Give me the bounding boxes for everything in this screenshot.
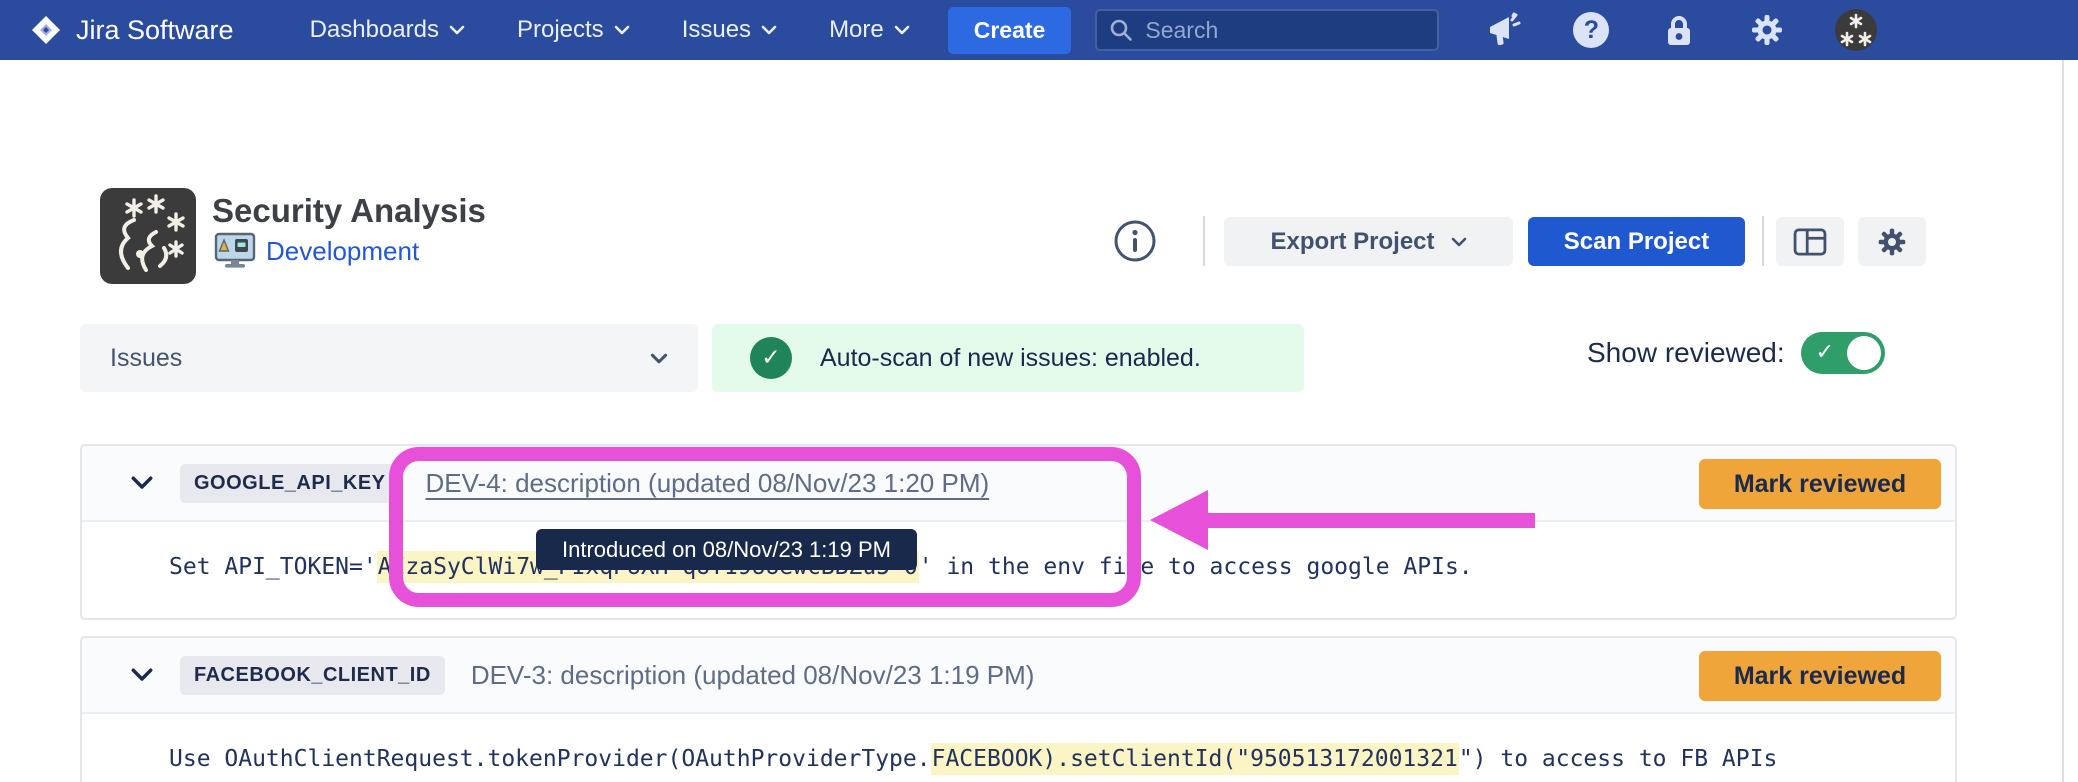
chevron-down-icon xyxy=(1451,237,1467,247)
issue-snippet: Set API_TOKEN='AIzaSyClWi7w_FIxqPUXH-qUY… xyxy=(82,522,1955,580)
board-layout-icon xyxy=(1793,228,1827,256)
computer-emoji-icon xyxy=(214,232,256,270)
divider xyxy=(1762,216,1764,266)
help-icon[interactable]: ? xyxy=(1573,12,1609,48)
nav-issues[interactable]: Issues xyxy=(682,16,777,44)
search-box[interactable] xyxy=(1095,9,1439,51)
issue-card-dev3: FACEBOOK_CLIENT_ID DEV-3: description (u… xyxy=(80,636,1957,782)
jira-logo[interactable]: Jira Software xyxy=(30,14,234,46)
check-circle-icon: ✓ xyxy=(750,337,792,379)
nav-projects[interactable]: Projects xyxy=(517,16,630,44)
issue-card-dev4: GOOGLE_API_KEY DEV-4: description (updat… xyxy=(80,444,1957,620)
toggle-knob xyxy=(1847,336,1881,370)
navbar-icon-group: ? xyxy=(1485,12,1785,48)
collapse-chevron-icon[interactable] xyxy=(130,475,154,491)
create-button[interactable]: Create xyxy=(948,7,1072,54)
mark-reviewed-button[interactable]: Mark reviewed xyxy=(1699,459,1941,509)
project-settings-button[interactable] xyxy=(1858,217,1926,266)
project-breadcrumb: Development xyxy=(214,232,419,270)
issue-link-dev4[interactable]: DEV-4: description (updated 08/Nov/23 1:… xyxy=(426,468,990,499)
jira-logo-icon xyxy=(30,14,62,46)
secret-type-badge: FACEBOOK_CLIENT_ID xyxy=(180,656,445,695)
jira-security-analysis-page: Jira Software Dashboards Projects Issues… xyxy=(0,0,2078,782)
search-input[interactable] xyxy=(1145,17,1425,44)
issue-link-dev3[interactable]: DEV-3: description (updated 08/Nov/23 1:… xyxy=(471,660,1035,691)
jira-logo-text: Jira Software xyxy=(76,15,234,46)
top-navbar: Jira Software Dashboards Projects Issues… xyxy=(0,0,2078,60)
show-reviewed-control: Show reviewed: ✓ xyxy=(1587,332,1885,374)
right-edge-divider xyxy=(2062,60,2064,782)
search-icon xyxy=(1109,18,1133,42)
user-avatar[interactable] xyxy=(1835,9,1877,51)
show-reviewed-toggle[interactable]: ✓ xyxy=(1801,332,1885,374)
board-layout-button[interactable] xyxy=(1776,217,1844,266)
toggle-check-icon: ✓ xyxy=(1816,340,1834,365)
issues-filter-dropdown[interactable]: Issues xyxy=(80,324,698,392)
issue-header: GOOGLE_API_KEY DEV-4: description (updat… xyxy=(82,446,1955,522)
info-icon[interactable] xyxy=(1113,219,1157,263)
issue-header: FACEBOOK_CLIENT_ID DEV-3: description (u… xyxy=(82,638,1955,714)
settings-gear-icon[interactable] xyxy=(1749,12,1785,48)
project-avatar xyxy=(100,188,196,284)
divider xyxy=(1203,216,1205,266)
secret-type-badge: GOOGLE_API_KEY xyxy=(180,464,400,503)
autoscan-status-banner: ✓ Auto-scan of new issues: enabled. xyxy=(712,324,1304,392)
announcements-megaphone-icon[interactable] xyxy=(1485,12,1521,48)
show-reviewed-label: Show reviewed: xyxy=(1587,337,1785,369)
mark-reviewed-button[interactable]: Mark reviewed xyxy=(1699,651,1941,701)
export-project-button[interactable]: Export Project xyxy=(1224,217,1513,266)
chevron-down-icon xyxy=(614,25,630,35)
nav-dashboards[interactable]: Dashboards xyxy=(310,16,465,44)
scan-project-button[interactable]: Scan Project xyxy=(1528,217,1745,266)
chevron-down-icon xyxy=(449,25,465,35)
chevron-down-icon xyxy=(894,25,910,35)
chevron-down-icon xyxy=(650,353,668,364)
collapse-chevron-icon[interactable] xyxy=(130,667,154,683)
main-nav: Dashboards Projects Issues More xyxy=(310,16,910,44)
introduced-tooltip: Introduced on 08/Nov/23 1:19 PM xyxy=(536,529,917,570)
project-link-development[interactable]: Development xyxy=(266,236,419,267)
chevron-down-icon xyxy=(761,25,777,35)
highlighted-secret: FACEBOOK).setClientId("950513172001321 xyxy=(931,743,1459,775)
autoscan-status-text: Auto-scan of new issues: enabled. xyxy=(820,344,1201,373)
nav-more[interactable]: More xyxy=(829,16,910,44)
lock-icon[interactable] xyxy=(1661,12,1697,48)
page-title: Security Analysis xyxy=(212,192,486,230)
issue-snippet: Use OAuthClientRequest.tokenProvider(OAu… xyxy=(82,714,1955,772)
gear-icon xyxy=(1876,226,1908,258)
